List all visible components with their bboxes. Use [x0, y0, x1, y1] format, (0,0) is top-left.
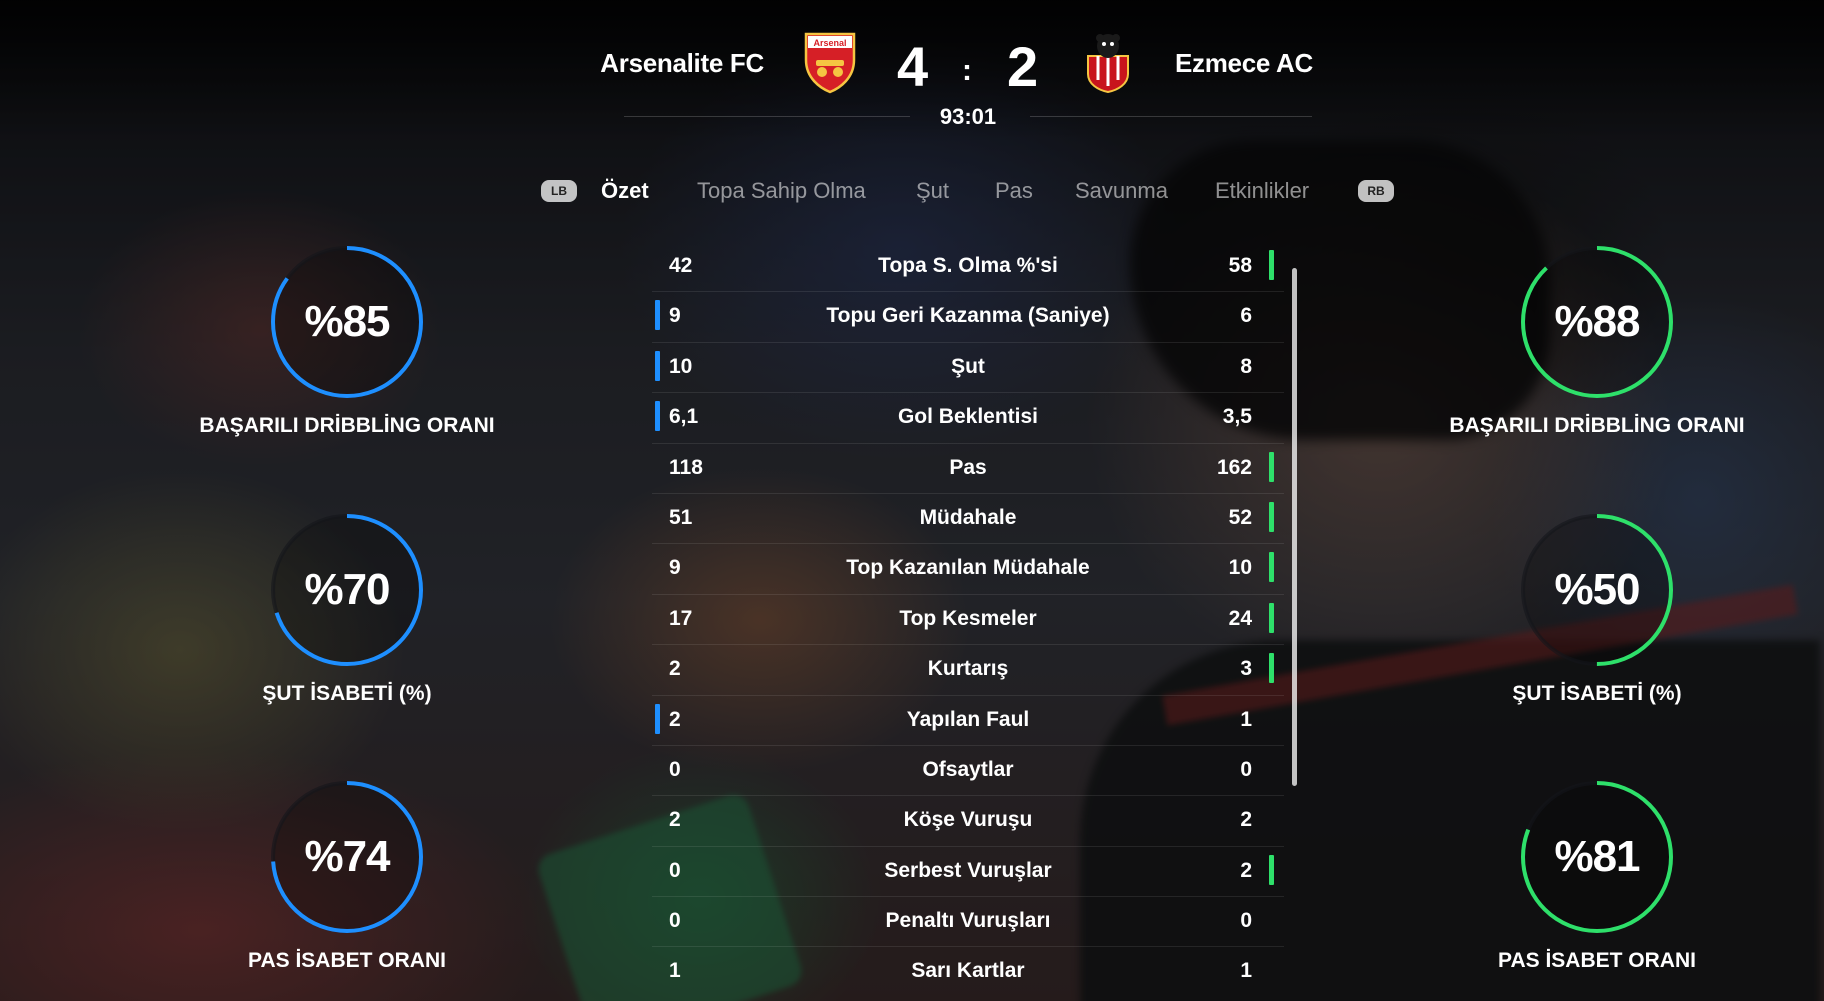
tab-sut[interactable]: Şut: [916, 178, 949, 204]
away-pass-accuracy-value: %81: [1554, 832, 1640, 881]
stat-label: Topa S. Olma %'si: [878, 254, 1058, 277]
stat-row: 118 Pas 162: [652, 444, 1284, 494]
home-dribble-label: BAŞARILI DRİBBLİNG ORANI: [199, 414, 495, 437]
home-pass-accuracy-gauge: %74 PAS İSABET ORANI: [172, 777, 502, 1001]
stat-away-value: 2: [1240, 808, 1252, 832]
scoreboard: Arsenalite FC Arsenal 4 : 2 Ezmece AC: [0, 26, 1824, 106]
stat-label: Gol Beklentisi: [897, 405, 1039, 429]
stat-away-value: 3,5: [1222, 405, 1252, 429]
home-team-crest: Arsenal: [802, 30, 858, 94]
away-shot-accuracy-label: ŞUT İSABETİ (%): [1512, 682, 1682, 705]
stat-label: Topu Geri Kazanma (Saniye): [826, 304, 1110, 328]
stat-row: 1 Sarı Kartlar 1: [652, 947, 1284, 997]
stat-label: Penaltı Vuruşları: [885, 909, 1051, 933]
stat-label: Top Kesmeler: [899, 606, 1037, 630]
home-shot-accuracy-value: %70: [304, 565, 390, 614]
score-separator: :: [962, 54, 972, 87]
stat-label: Yapılan Faul: [906, 707, 1030, 731]
stat-label: Sarı Kartlar: [911, 959, 1025, 983]
ezmece-crest-icon: [1087, 34, 1129, 94]
stat-away-value: 24: [1228, 606, 1252, 630]
stat-row: 0 Ofsaytlar 0: [652, 746, 1284, 797]
away-team-crest: [1080, 30, 1136, 94]
stat-away-value: 1: [1240, 959, 1252, 983]
stat-row: 9 Top Kazanılan Müdahale 10: [652, 544, 1284, 595]
stat-away-value: 8: [1240, 354, 1252, 378]
stat-row: 0 Serbest Vuruşlar 2: [652, 847, 1284, 898]
stat-label: Kurtarış: [927, 657, 1009, 681]
home-team-name: Arsenalite FC: [600, 48, 764, 78]
home-score: 4: [897, 35, 929, 98]
away-dribble-gauge: %88 BAŞARILI DRİBBLİNG ORANI: [1422, 242, 1752, 482]
away-shot-accuracy-gauge: %50 ŞUT İSABETİ (%): [1422, 510, 1752, 750]
stat-away-value: 10: [1228, 556, 1252, 580]
stat-away-value: 0: [1240, 909, 1252, 933]
match-clock: 93:01: [939, 104, 997, 129]
stat-label: Müdahale: [919, 505, 1017, 529]
away-dribble-label: BAŞARILI DRİBBLİNG ORANI: [1449, 414, 1745, 437]
away-score: 2: [1007, 35, 1039, 98]
stat-away-value: 3: [1240, 657, 1252, 681]
stat-label: Top Kazanılan Müdahale: [846, 556, 1090, 580]
stat-away-value: 52: [1228, 505, 1252, 529]
stat-label: Şut: [951, 354, 985, 378]
stat-row: 10 Şut 8: [652, 343, 1284, 394]
away-shot-accuracy-value: %50: [1554, 565, 1640, 614]
stat-row: 9 Topu Geri Kazanma (Saniye) 6: [652, 292, 1284, 343]
tab-pas[interactable]: Pas: [995, 178, 1033, 204]
tab-etkinlikler[interactable]: Etkinlikler: [1215, 178, 1309, 204]
stat-away-value: 0: [1240, 757, 1252, 781]
stat-row: 2 Köşe Vuruşu 2: [652, 796, 1284, 847]
home-dribble-value: %85: [304, 297, 390, 346]
home-pass-accuracy-label: PAS İSABET ORANI: [248, 949, 446, 972]
stats-scrollbar[interactable]: [1292, 268, 1297, 786]
tab-ozet[interactable]: Özet: [601, 178, 649, 204]
home-dribble-gauge: %85 BAŞARILI DRİBBLİNG ORANI: [172, 242, 502, 482]
stat-row: 0 Penaltı Vuruşları 0: [652, 897, 1284, 948]
stats-table: 42 Topa S. Olma %'si 58 9 Topu Geri Kazanma …: [652, 242, 1284, 998]
stat-row: 42 Topa S. Olma %'si 58: [652, 242, 1284, 293]
stat-row: 51 Müdahale 52: [652, 494, 1284, 545]
stat-row: 2 Kurtarış 3: [652, 645, 1284, 696]
rb-button-hint[interactable]: RB: [1358, 180, 1394, 202]
stat-away-value: 1: [1240, 707, 1252, 731]
tab-savunma[interactable]: Savunma: [1075, 178, 1168, 204]
stat-away-value: 162: [1216, 455, 1252, 479]
home-shot-accuracy-gauge: %70 ŞUT İSABETİ (%): [172, 510, 502, 750]
stat-away-value: 58: [1228, 254, 1252, 277]
stat-row: 6,1 Gol Beklentisi 3,5: [652, 393, 1284, 444]
arsenal-crest-icon: Arsenal: [804, 32, 856, 94]
stat-label: Köşe Vuruşu: [903, 808, 1033, 832]
lb-button-hint[interactable]: LB: [541, 180, 577, 202]
stat-label: Serbest Vuruşlar: [884, 858, 1052, 882]
home-shot-accuracy-label: ŞUT İSABETİ (%): [262, 682, 432, 705]
stat-label: Pas: [949, 455, 987, 479]
home-crest-text: Arsenal: [813, 38, 846, 48]
home-pass-accuracy-value: %74: [304, 832, 390, 881]
away-pass-accuracy-label: PAS İSABET ORANI: [1498, 949, 1696, 972]
stats-tab-bar: LB Özet Topa Sahip Olma Şut Pas Savunma …: [0, 174, 1824, 208]
away-pass-accuracy-gauge: %81 PAS İSABET ORANI: [1422, 777, 1752, 1001]
away-team-name: Ezmece AC: [1175, 48, 1313, 78]
stat-away-value: 2: [1240, 858, 1252, 882]
stat-away-value: 6: [1240, 304, 1252, 328]
tab-topa-sahip-olma[interactable]: Topa Sahip Olma: [697, 178, 866, 204]
stat-label: Ofsaytlar: [922, 757, 1014, 781]
stat-row: 2 Yapılan Faul 1: [652, 696, 1284, 746]
away-dribble-value: %88: [1554, 297, 1640, 346]
stat-row: 17 Top Kesmeler 24: [652, 595, 1284, 646]
